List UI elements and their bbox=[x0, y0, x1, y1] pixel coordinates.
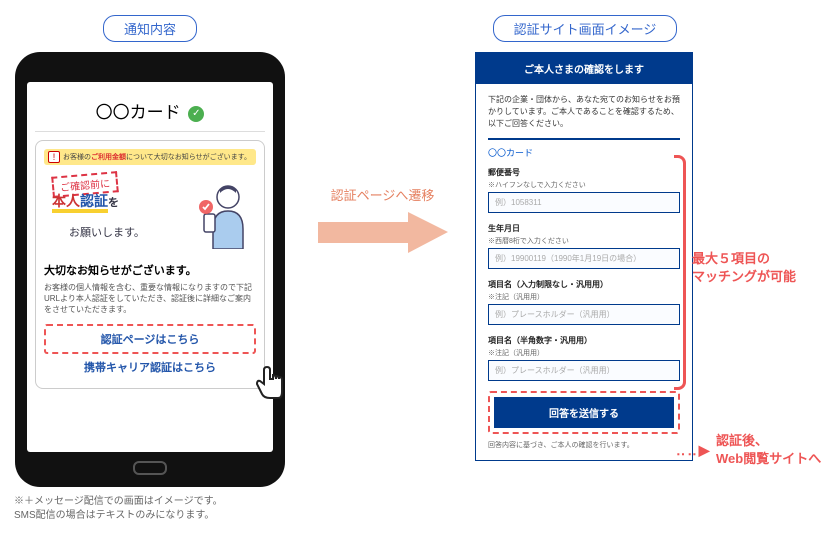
field-hint: ※西暦8桁で入力ください bbox=[488, 236, 680, 246]
illustration-area: ご確認前に 本人認証を お願いします。 bbox=[44, 171, 256, 256]
footnote: ※＋メッセージ配信での画面はイメージです。 SMS配信の場合はテキストのみになり… bbox=[10, 495, 290, 523]
headline-blue: 認証 bbox=[80, 193, 108, 213]
postal-input[interactable]: 例）1058311 bbox=[488, 192, 680, 213]
left-section-label: 通知内容 bbox=[103, 15, 197, 42]
carrier-auth-link[interactable]: 携帯キャリア認証はこちら bbox=[44, 354, 256, 380]
auth-header: ご本人さまの確認をします bbox=[476, 53, 692, 84]
link-area: 認証ページはこちら 携帯キャリア認証はこちら bbox=[44, 324, 256, 380]
phone-screen: 〇〇カード ✓ ! お客様の ご利用金額 について大切なお知らせがございます。 … bbox=[27, 82, 273, 452]
headline-sub: お願いします。 bbox=[69, 224, 145, 240]
submit-button[interactable]: 回答を送信する bbox=[494, 397, 674, 428]
right-section-label: 認証サイト画面イメージ bbox=[493, 15, 678, 42]
generic-input-1[interactable]: 例）プレースホルダー（汎用用） bbox=[488, 304, 680, 325]
company-name: 〇〇カード bbox=[488, 146, 680, 159]
warning-bar: ! お客様の ご利用金額 について大切なお知らせがございます。 bbox=[44, 149, 256, 165]
auth-panel: ご本人さまの確認をします 下記の企業・団体から、あなた宛てのお知らせをお預かりし… bbox=[475, 52, 693, 461]
hand-cursor-icon bbox=[250, 362, 290, 402]
headline: 本人認証を bbox=[52, 191, 119, 211]
notice-body: お客様の個人情報を含む、重要な情報になりますので下記URLより本人認証をしていた… bbox=[44, 282, 256, 316]
app-title: 〇〇カード bbox=[96, 103, 181, 122]
field-dob: 生年月日 ※西暦8桁で入力ください 例）19900119（1990年1月19日の… bbox=[488, 223, 680, 269]
field-label: 郵便番号 bbox=[488, 167, 680, 178]
field-label: 項目名（入力制限なし・汎用用） bbox=[488, 279, 680, 290]
field-hint: ※注記（汎用用） bbox=[488, 348, 680, 358]
phone-header: 〇〇カード ✓ bbox=[35, 90, 265, 132]
notice-title: 大切なお知らせがございます。 bbox=[44, 262, 256, 278]
generic-input-2[interactable]: 例）プレースホルダー（汎用用） bbox=[488, 360, 680, 381]
person-phone-illustration-icon bbox=[198, 179, 248, 249]
warn-text-1: お客様の bbox=[63, 152, 91, 162]
arrow-label: 認証ページへ遷移 bbox=[300, 185, 465, 204]
auth-page-link[interactable]: 認証ページはこちら bbox=[44, 324, 256, 354]
divider bbox=[488, 138, 680, 140]
phone-device: 〇〇カード ✓ ! お客様の ご利用金額 について大切なお知らせがございます。 … bbox=[15, 52, 285, 487]
dotted-arrow-icon: ‥‥▶ bbox=[676, 442, 711, 459]
auth-footnote: 回答内容に基づき、ご本人の確認を行います。 bbox=[488, 440, 680, 450]
submit-highlight: 回答を送信する bbox=[488, 391, 680, 434]
field-hint: ※ハイフンなしで入力ください bbox=[488, 180, 680, 190]
bracket-icon bbox=[674, 155, 686, 390]
notice-card: ! お客様の ご利用金額 について大切なお知らせがございます。 ご確認前に 本人… bbox=[35, 140, 265, 389]
warning-icon: ! bbox=[48, 151, 60, 163]
field-label: 項目名（半角数字・汎用用） bbox=[488, 335, 680, 346]
field-label: 生年月日 bbox=[488, 223, 680, 234]
headline-red: 本人 bbox=[52, 193, 80, 213]
field-postal: 郵便番号 ※ハイフンなしで入力ください 例）1058311 bbox=[488, 167, 680, 213]
field-generic1: 項目名（入力制限なし・汎用用） ※注記（汎用用） 例）プレースホルダー（汎用用） bbox=[488, 279, 680, 325]
field-hint: ※注記（汎用用） bbox=[488, 292, 680, 302]
warn-text-2: について大切なお知らせがございます。 bbox=[126, 152, 251, 162]
annotation-after-auth: 認証後、 Web閲覧サイトへ bbox=[716, 432, 821, 468]
annotation-matching: 最大５項目の マッチングが可能 bbox=[692, 250, 796, 286]
warn-text-red: ご利用金額 bbox=[91, 152, 126, 162]
headline-suffix: を bbox=[108, 197, 119, 209]
dob-input[interactable]: 例）19900119（1990年1月19日の場合） bbox=[488, 248, 680, 269]
auth-description: 下記の企業・団体から、あなた宛てのお知らせをお預かりしています。ご本人であること… bbox=[488, 94, 680, 130]
field-generic2: 項目名（半角数字・汎用用） ※注記（汎用用） 例）プレースホルダー（汎用用） bbox=[488, 335, 680, 381]
verified-check-icon: ✓ bbox=[188, 106, 204, 122]
arrow-right-icon bbox=[313, 210, 453, 255]
